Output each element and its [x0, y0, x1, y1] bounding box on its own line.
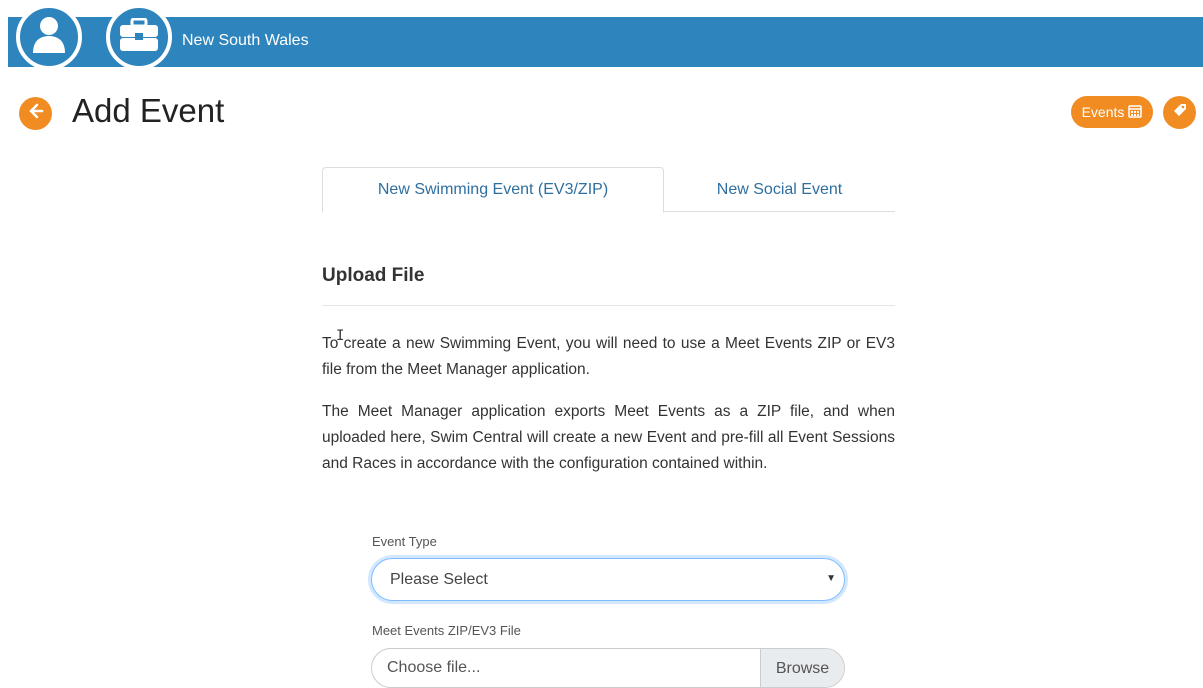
- page-title: Add Event: [72, 92, 225, 129]
- events-button[interactable]: Events: [1071, 96, 1153, 128]
- event-type-selected-value: Please Select: [390, 570, 488, 588]
- section-divider: [322, 305, 895, 306]
- tag-icon: [1172, 102, 1188, 123]
- organisation-name[interactable]: New South Wales: [182, 32, 309, 50]
- user-profile-button[interactable]: [16, 4, 82, 70]
- user-icon: [32, 16, 66, 59]
- organisation-button[interactable]: [106, 4, 172, 70]
- arrow-left-icon: [28, 103, 44, 124]
- event-type-tabs: New Swimming Event (EV3/ZIP) New Social …: [322, 167, 895, 213]
- event-type-label: Event Type: [372, 534, 437, 549]
- file-input-placeholder: Choose file...: [387, 659, 481, 676]
- back-button[interactable]: [19, 97, 52, 130]
- caret-down-icon: ▼: [826, 573, 836, 584]
- upload-file-heading: Upload File: [322, 265, 425, 286]
- event-type-select[interactable]: Please Select ▼: [371, 558, 845, 601]
- browse-button[interactable]: Browse: [760, 649, 844, 687]
- meet-events-file-input[interactable]: Choose file... Browse: [371, 648, 845, 688]
- upload-instructions-paragraph: To create a new Swimming Event, you will…: [322, 335, 895, 378]
- tag-button[interactable]: [1163, 96, 1196, 129]
- meet-events-file-label: Meet Events ZIP/EV3 File: [372, 623, 521, 638]
- tab-new-swimming-event[interactable]: New Swimming Event (EV3/ZIP): [322, 167, 664, 213]
- calendar-icon: [1128, 104, 1143, 121]
- text-cursor-icon: I: [336, 328, 345, 344]
- tab-new-social-event[interactable]: New Social Event: [664, 167, 895, 212]
- briefcase-icon: [119, 17, 159, 57]
- upload-description-paragraph: The Meet Manager application exports Mee…: [322, 403, 895, 472]
- events-button-label: Events: [1081, 104, 1125, 120]
